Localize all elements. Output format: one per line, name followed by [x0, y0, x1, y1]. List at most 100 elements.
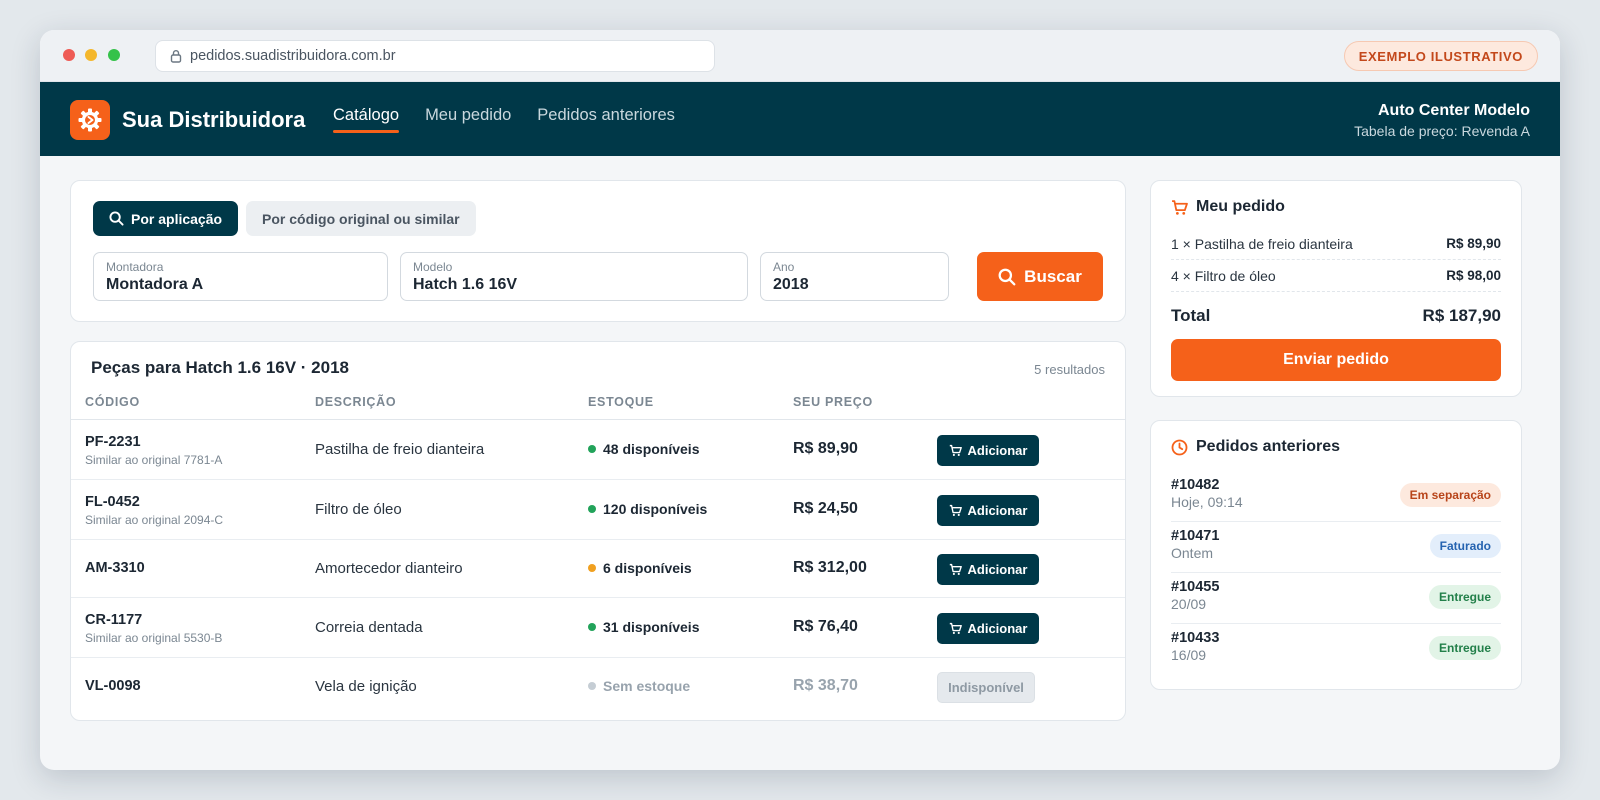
ano-field[interactable]: Ano 2018 — [760, 252, 949, 301]
close-window-button[interactable] — [63, 49, 75, 61]
order-item: 1 × Pastilha de freio dianteira R$ 89,90 — [1171, 228, 1501, 260]
search-panel: Por aplicação Por código original ou sim… — [70, 180, 1126, 322]
add-to-order-button[interactable]: Adicionar — [937, 495, 1039, 526]
history-order-row[interactable]: #10471 Ontem Faturado — [1171, 522, 1501, 573]
order-id: #10455 — [1171, 579, 1220, 595]
add-to-order-button[interactable]: Adicionar — [937, 435, 1039, 466]
history-title-label: Pedidos anteriores — [1196, 438, 1341, 455]
part-description: Vela de ignição — [315, 678, 417, 695]
order-item-value: R$ 89,90 — [1446, 236, 1501, 251]
cart-icon — [949, 444, 962, 457]
history-order-row[interactable]: #10455 20/09 Entregue — [1171, 573, 1501, 624]
history-order-row[interactable]: #10482 Hoje, 09:14 Em separação — [1171, 471, 1501, 522]
part-code: FL-0452 — [85, 494, 140, 510]
table-row: AM-3310 Amortecedor dianteiro 6 disponív… — [71, 540, 1125, 598]
lock-icon — [170, 50, 182, 63]
order-history-panel: Pedidos anteriores #10482 Hoje, 09:14 Em… — [1150, 420, 1522, 690]
gear-icon — [78, 108, 102, 132]
nav-meu-pedido[interactable]: Meu pedido — [425, 82, 511, 156]
stock-text: 48 disponíveis — [603, 441, 700, 457]
order-panel: Meu pedido 1 × Pastilha de freio diantei… — [1150, 180, 1522, 397]
field-label: Montadora — [106, 260, 164, 274]
order-date: Hoje, 09:14 — [1171, 494, 1243, 510]
url-text: pedidos.suadistribuidora.com.br — [190, 48, 396, 64]
history-title: Pedidos anteriores — [1171, 438, 1340, 456]
order-total-value: R$ 187,90 — [1422, 306, 1501, 325]
montadora-field[interactable]: Montadora Montadora A — [93, 252, 388, 301]
status-badge: Faturado — [1429, 534, 1501, 558]
cart-icon — [949, 504, 962, 517]
minimize-window-button[interactable] — [85, 49, 97, 61]
add-to-order-button[interactable]: Adicionar — [937, 613, 1039, 644]
status-badge: Entregue — [1428, 585, 1501, 609]
results-title: Peças para Hatch 1.6 16V · 2018 — [91, 358, 349, 377]
field-value: Hatch 1.6 16V — [413, 276, 518, 293]
maximize-window-button[interactable] — [108, 49, 120, 61]
nav-catalogo[interactable]: Catálogo — [333, 82, 400, 156]
part-price: R$ 24,50 — [793, 500, 858, 517]
search-button[interactable]: Buscar — [977, 252, 1103, 301]
stock-text: 31 disponíveis — [603, 619, 700, 635]
nav-pedidos-anteriores[interactable]: Pedidos anteriores — [537, 82, 675, 156]
field-value: Montadora A — [106, 276, 204, 293]
order-item-name: 1 × Pastilha de freio dianteira — [1171, 236, 1353, 252]
tab-label: Por aplicação — [131, 210, 223, 227]
tab-por-aplicacao[interactable]: Por aplicação — [93, 201, 239, 236]
brand-name: Sua Distribuidora — [122, 107, 306, 132]
similar-code: Similar ao original 5530-B — [85, 631, 223, 645]
add-button-label: Adicionar — [967, 443, 1028, 458]
column-header-estoque: ESTOQUE — [588, 395, 654, 409]
field-value: 2018 — [773, 276, 809, 293]
table-row: FL-0452 Similar ao original 2094-C Filtr… — [71, 480, 1125, 540]
stock-status: 6 disponíveis — [588, 560, 692, 576]
field-label: Ano — [773, 260, 795, 274]
part-description: Filtro de óleo — [315, 501, 402, 518]
part-description: Correia dentada — [315, 619, 423, 636]
browser-chrome: pedidos.suadistribuidora.com.br EXEMPLO … — [40, 30, 1560, 82]
send-order-button[interactable]: Enviar pedido — [1171, 339, 1501, 381]
column-header-preco: SEU PREÇO — [793, 395, 873, 409]
stock-indicator — [588, 564, 596, 572]
stock-text: 6 disponíveis — [603, 560, 692, 576]
table-header: CÓDIGO DESCRIÇÃO ESTOQUE SEU PREÇO — [71, 390, 1125, 420]
add-button-label: Adicionar — [967, 562, 1028, 577]
stock-status: 120 disponíveis — [588, 501, 707, 517]
account-info: Auto Center Modelo Tabela de preço: Reve… — [1354, 102, 1530, 139]
cart-icon — [949, 563, 962, 576]
stock-indicator — [588, 623, 596, 631]
add-to-order-button[interactable]: Adicionar — [937, 554, 1039, 585]
order-total-label: Total — [1171, 306, 1211, 325]
table-row: CR-1177 Similar ao original 5530-B Corre… — [71, 598, 1125, 658]
main-nav: Catálogo Meu pedido Pedidos anteriores — [333, 82, 675, 156]
example-badge: EXEMPLO ILUSTRATIVO — [1343, 41, 1538, 71]
add-button-label: Adicionar — [967, 621, 1028, 636]
part-price: R$ 89,90 — [793, 440, 858, 457]
add-button-label: Adicionar — [967, 503, 1028, 518]
part-price: R$ 76,40 — [793, 618, 858, 635]
order-date: 20/09 — [1171, 596, 1207, 612]
history-order-row[interactable]: #10433 16/09 Entregue — [1171, 624, 1501, 675]
order-item-value: R$ 98,00 — [1446, 268, 1501, 283]
stock-text: Sem estoque — [603, 678, 691, 694]
price-table-label: Tabela de preço: Revenda A — [1354, 123, 1530, 139]
part-description: Pastilha de freio dianteira — [315, 441, 485, 458]
part-code: VL-0098 — [85, 678, 141, 694]
part-price: R$ 312,00 — [793, 559, 867, 576]
results-panel: Peças para Hatch 1.6 16V · 2018 5 result… — [70, 341, 1126, 721]
part-description: Amortecedor dianteiro — [315, 560, 463, 577]
similar-code: Similar ao original 7781-A — [85, 453, 223, 467]
modelo-field[interactable]: Modelo Hatch 1.6 16V — [400, 252, 748, 301]
brand-logo[interactable] — [70, 100, 110, 140]
part-code: PF-2231 — [85, 434, 141, 450]
order-item-name: 4 × Filtro de óleo — [1171, 268, 1276, 284]
order-date: Ontem — [1171, 545, 1214, 561]
stock-status: 48 disponíveis — [588, 441, 699, 457]
table-row: VL-0098 Vela de ignição Sem estoque R$ 3… — [71, 658, 1125, 716]
stock-indicator — [588, 682, 596, 690]
address-bar[interactable]: pedidos.suadistribuidora.com.br — [155, 40, 715, 72]
tab-por-codigo[interactable]: Por código original ou similar — [246, 201, 476, 236]
search-mode-tabs: Por aplicação Por código original ou sim… — [93, 201, 476, 236]
part-code: CR-1177 — [85, 612, 143, 628]
field-label: Modelo — [413, 260, 453, 274]
stock-indicator — [588, 445, 596, 453]
